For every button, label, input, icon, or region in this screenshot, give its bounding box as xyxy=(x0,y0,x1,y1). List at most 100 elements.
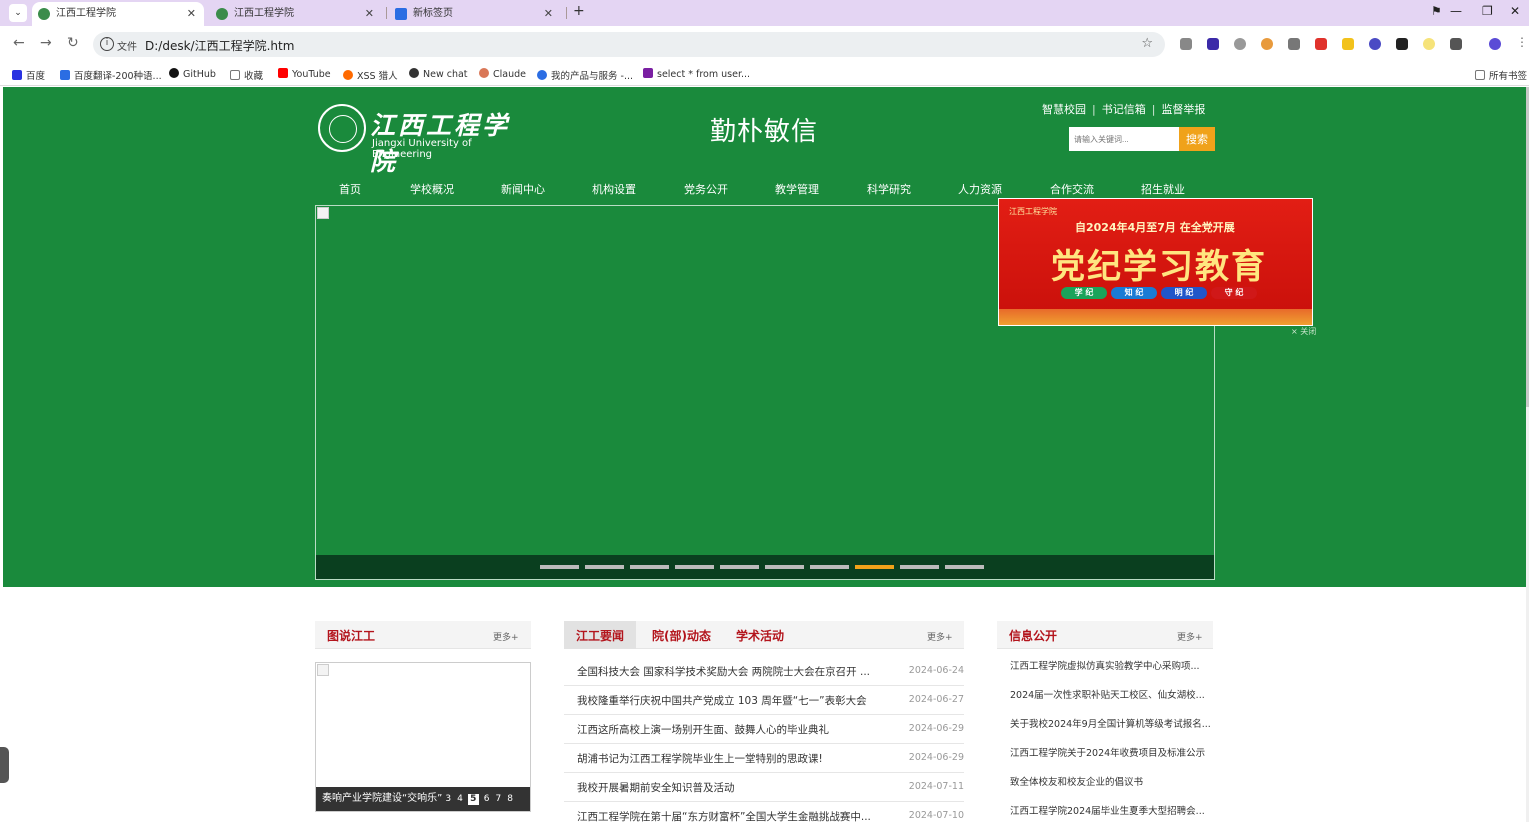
slider-dot[interactable] xyxy=(630,565,669,569)
bookmark-star-icon[interactable]: ☆ xyxy=(1141,36,1153,51)
close-tab-icon[interactable]: ✕ xyxy=(365,2,374,26)
nav-party-affairs[interactable]: 党务公开 xyxy=(684,181,728,197)
pager-item-active[interactable]: 5 xyxy=(467,794,479,805)
address-bar[interactable]: i 文件 D:/desk/江西工程学院.htm ☆ xyxy=(93,32,1165,57)
info-title[interactable]: 江西工程学院2024届毕业生夏季大型招聘会... xyxy=(1010,803,1210,817)
info-item[interactable]: 致全体校友和校友企业的倡议书 xyxy=(997,767,1213,796)
news-item[interactable]: 我校隆重举行庆祝中国共产党成立 103 周年暨“七一”表彰大会 2024-06-2… xyxy=(564,686,964,715)
profile-avatar[interactable] xyxy=(1489,38,1501,50)
news-title[interactable]: 我校隆重举行庆祝中国共产党成立 103 周年暨“七一”表彰大会 xyxy=(577,693,877,708)
pager-item[interactable]: 7 xyxy=(496,794,502,804)
info-item[interactable]: 2024届一次性求职补贴天工校区、仙女湖校... xyxy=(997,680,1213,709)
extension-icon[interactable] xyxy=(1342,38,1354,50)
bookmark-folder-favorites[interactable]: 收藏 xyxy=(230,68,263,82)
url-text[interactable]: D:/desk/江西工程学院.htm xyxy=(145,37,294,54)
bookmark-claude[interactable]: Claude xyxy=(479,68,526,80)
nav-hr[interactable]: 人力资源 xyxy=(958,181,1002,197)
pager-item[interactable]: 3 xyxy=(445,794,451,804)
slider-dot[interactable] xyxy=(810,565,849,569)
new-tab-button[interactable]: + xyxy=(573,3,585,19)
link-supervision-report[interactable]: 监督举报 xyxy=(1161,103,1205,116)
tab-department-news[interactable]: 院(部)动态 xyxy=(652,627,711,644)
section-title[interactable]: 信息公开 xyxy=(1009,627,1057,644)
reload-icon[interactable]: ↻ xyxy=(67,35,79,51)
link-secretary-mailbox[interactable]: 书记信箱 xyxy=(1102,103,1146,116)
close-tab-icon[interactable]: ✕ xyxy=(187,2,196,26)
news-item[interactable]: 胡浦书记为江西工程学院毕业生上一堂特别的思政课! 2024-06-29 xyxy=(564,744,964,773)
bookmark-baidu-translate[interactable]: 百度翻译-200种语... xyxy=(60,68,162,82)
bookmark-baidu[interactable]: 百度 xyxy=(12,68,45,82)
party-education-banner[interactable]: 江西工程学院 自2024年4月至7月 在全党开展 党纪学习教育 学 纪 知 纪 … xyxy=(998,198,1313,326)
info-item[interactable]: 关于我校2024年9月全国计算机等级考试报名... xyxy=(997,709,1213,738)
slider-dot[interactable] xyxy=(945,565,984,569)
nav-teaching[interactable]: 教学管理 xyxy=(775,181,819,197)
bookmark-xss[interactable]: XSS 猎人 xyxy=(343,68,398,82)
extension-icon[interactable] xyxy=(1369,38,1381,50)
info-item[interactable]: 江西工程学院虚拟仿真实验教学中心采购项... xyxy=(997,651,1213,680)
slider-dot[interactable] xyxy=(540,565,579,569)
nav-organization[interactable]: 机构设置 xyxy=(592,181,636,197)
info-item[interactable]: 江西工程学院关于2024年收费项目及标准公示 xyxy=(997,738,1213,767)
more-link[interactable]: 更多+ xyxy=(927,630,953,643)
extension-icon[interactable] xyxy=(1396,38,1408,50)
nav-news[interactable]: 新闻中心 xyxy=(501,181,545,197)
info-title[interactable]: 江西工程学院关于2024年收费项目及标准公示 xyxy=(1010,745,1210,759)
nav-admissions[interactable]: 招生就业 xyxy=(1141,181,1185,197)
browser-tab-active[interactable]: 江西工程学院 ✕ xyxy=(32,2,204,26)
bookmark-new-chat[interactable]: New chat xyxy=(409,68,468,80)
news-title[interactable]: 我校开展暑期前安全知识普及活动 xyxy=(577,780,877,795)
browser-tab[interactable]: 江西工程学院 ✕ xyxy=(210,2,382,26)
slider-dot[interactable] xyxy=(675,565,714,569)
nav-research[interactable]: 科学研究 xyxy=(867,181,911,197)
tab-academic-events[interactable]: 学术活动 xyxy=(736,627,784,644)
extension-icon[interactable] xyxy=(1315,38,1327,50)
extension-icon[interactable] xyxy=(1423,38,1435,50)
photo-carousel[interactable]: 奏响产业学院建设“交响乐” 345678 xyxy=(315,662,531,812)
bookmark-select[interactable]: select * from user... xyxy=(643,68,750,80)
news-item[interactable]: 江西工程学院在第十届“东方财富杯”全国大学生金融挑战赛中... 2024-07-1… xyxy=(564,802,964,822)
news-title[interactable]: 江西工程学院在第十届“东方财富杯”全国大学生金融挑战赛中... xyxy=(577,809,877,822)
pager-item[interactable]: 6 xyxy=(484,794,490,804)
tab-search-chevron-icon[interactable]: ⌄ xyxy=(9,4,27,22)
slider-dot-active[interactable] xyxy=(855,565,894,569)
news-item[interactable]: 全国科技大会 国家科学技术奖励大会 两院院士大会在京召开 ... 2024-06-… xyxy=(564,657,964,686)
news-title[interactable]: 胡浦书记为江西工程学院毕业生上一堂特别的思政课! xyxy=(577,751,877,766)
pager-item[interactable]: 4 xyxy=(457,794,463,804)
back-icon[interactable]: ← xyxy=(13,35,25,51)
link-smart-campus[interactable]: 智慧校园 xyxy=(1042,103,1086,116)
pager-item[interactable]: 8 xyxy=(507,794,513,804)
info-item[interactable]: 江西工程学院2024届毕业生夏季大型招聘会... xyxy=(997,796,1213,822)
tab-jianggong-news[interactable]: 江工要闻 xyxy=(576,627,624,644)
site-info-icon[interactable]: i xyxy=(100,37,114,51)
side-panel-handle[interactable] xyxy=(0,747,9,783)
nav-cooperation[interactable]: 合作交流 xyxy=(1050,181,1094,197)
translate-extension-icon[interactable] xyxy=(1180,38,1192,50)
minimize-icon[interactable]: — xyxy=(1450,4,1462,18)
news-title[interactable]: 全国科技大会 国家科学技术奖励大会 两院院士大会在京召开 ... xyxy=(577,664,877,679)
bookmark-github[interactable]: GitHub xyxy=(169,68,216,80)
close-tab-icon[interactable]: ✕ xyxy=(544,2,553,26)
info-title[interactable]: 2024届一次性求职补贴天工校区、仙女湖校... xyxy=(1010,687,1210,701)
search-button[interactable]: 搜索 xyxy=(1179,127,1215,151)
all-bookmarks[interactable]: 所有书签 xyxy=(1475,68,1527,82)
close-banner-button[interactable]: × 关闭 xyxy=(1291,326,1316,337)
slider-dot[interactable] xyxy=(765,565,804,569)
bookmark-youtube[interactable]: YouTube xyxy=(278,68,331,80)
slider-dot[interactable] xyxy=(900,565,939,569)
news-item[interactable]: 江西这所高校上演一场别开生面、鼓舞人心的毕业典礼 2024-06-29 xyxy=(564,715,964,744)
extension-icon[interactable] xyxy=(1207,38,1219,50)
extension-icon[interactable] xyxy=(1234,38,1246,50)
news-title[interactable]: 江西这所高校上演一场别开生面、鼓舞人心的毕业典礼 xyxy=(577,722,877,737)
info-title[interactable]: 关于我校2024年9月全国计算机等级考试报名... xyxy=(1010,716,1210,730)
extension-icon[interactable] xyxy=(1288,38,1300,50)
info-title[interactable]: 致全体校友和校友企业的倡议书 xyxy=(1010,774,1210,788)
search-input[interactable] xyxy=(1069,127,1179,151)
news-item[interactable]: 我校开展暑期前安全知识普及活动 2024-07-11 xyxy=(564,773,964,802)
profile-notification-icon[interactable]: ⚑ xyxy=(1431,4,1442,18)
slider-dot[interactable] xyxy=(585,565,624,569)
bookmark-products[interactable]: 我的产品与服务 -... xyxy=(537,68,633,82)
nav-about[interactable]: 学校概况 xyxy=(410,181,454,197)
more-link[interactable]: 更多+ xyxy=(1177,630,1203,643)
site-logo[interactable]: 江西工程学院 Jiangxi University of Engineering xyxy=(318,104,528,176)
maximize-icon[interactable]: ❐ xyxy=(1482,4,1493,18)
